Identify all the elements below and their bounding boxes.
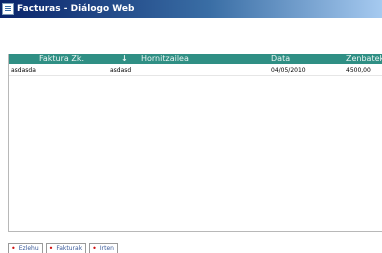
- window-title-bar: Facturas - Diálogo Web: [0, 0, 382, 18]
- tab-marker-icon: •: [11, 243, 16, 253]
- tab-fakturak[interactable]: • Fakturak: [45, 243, 87, 253]
- tab-label: Ezlehu: [18, 245, 39, 252]
- tab-irten[interactable]: • Irten: [89, 243, 118, 253]
- cell-faktura: asdasda: [11, 67, 36, 74]
- tab-marker-icon: •: [48, 243, 54, 253]
- cell-zenbatekoa: 4500,00: [346, 67, 371, 74]
- tab-label: Irten: [99, 245, 114, 252]
- table-row[interactable]: asdasda asdasd 04/05/2010 4500,00: [9, 66, 382, 75]
- cell-hornitzailea: asdasd: [110, 67, 132, 74]
- cell-data: 04/05/2010: [271, 67, 306, 74]
- column-header-zenbatekoa[interactable]: Zenbatekoa: [346, 54, 382, 64]
- sort-arrow-icon[interactable]: ↓: [121, 54, 128, 64]
- invoice-grid: Faktura Zk. ↓ Hornitzailea Data Zenbatek…: [8, 54, 382, 232]
- column-header-hornitzailea[interactable]: Hornitzailea: [141, 54, 189, 64]
- column-header-data[interactable]: Data: [271, 54, 290, 64]
- app-icon: [2, 3, 14, 15]
- tab-label: Fakturak: [56, 245, 83, 252]
- tab-marker-icon: •: [92, 243, 97, 253]
- row-divider: [9, 75, 382, 76]
- tab-ezlehu[interactable]: • Ezlehu: [8, 243, 43, 253]
- grid-header: Faktura Zk. ↓ Hornitzailea Data Zenbatek…: [9, 54, 382, 64]
- column-header-faktura[interactable]: Faktura Zk.: [39, 54, 84, 64]
- window-title: Facturas - Diálogo Web: [17, 4, 135, 14]
- bottom-tab-bar: • Ezlehu • Fakturak • Irten: [8, 243, 118, 253]
